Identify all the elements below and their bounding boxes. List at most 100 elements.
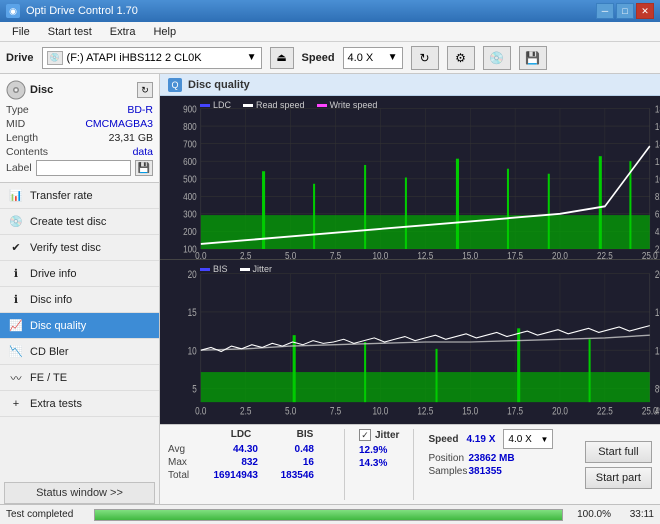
- app-title: Opti Drive Control 1.70: [26, 5, 138, 17]
- sidebar-item-create-test-disc[interactable]: 💿 Create test disc: [0, 209, 159, 235]
- menu-help[interactable]: Help: [145, 24, 184, 40]
- refresh-button[interactable]: ↻: [411, 46, 439, 70]
- drive-select[interactable]: 💿 (F:) ATAPI iHBS112 2 CL0K ▼: [42, 47, 262, 69]
- sidebar-item-fe-te[interactable]: 〰 FE / TE: [0, 365, 159, 391]
- disc-contents-row: Contents data: [6, 146, 153, 158]
- sidebar-item-cd-bler[interactable]: 📉 CD Bler: [0, 339, 159, 365]
- drive-label: Drive: [6, 52, 34, 64]
- ldc-color: [200, 104, 210, 107]
- max-row: Max 832 16: [168, 457, 330, 468]
- svg-text:300: 300: [183, 209, 197, 220]
- avg-label: Avg: [168, 444, 202, 455]
- sidebar-item-disc-info[interactable]: ℹ Disc info: [0, 287, 159, 313]
- eject-button[interactable]: ⏏: [270, 47, 294, 69]
- app-icon: ◉: [6, 4, 20, 18]
- svg-text:15.0: 15.0: [462, 405, 478, 417]
- svg-text:5.0: 5.0: [285, 250, 296, 259]
- svg-text:10: 10: [188, 345, 197, 357]
- speed-select[interactable]: 4.0 X ▼: [343, 47, 403, 69]
- stats-bar: LDC BIS Avg 44.30 0.48 Max 832 16 Total …: [160, 424, 660, 504]
- svg-text:0.0: 0.0: [195, 405, 206, 417]
- svg-text:22.5: 22.5: [597, 250, 613, 259]
- drive-icon: 💿: [47, 51, 63, 65]
- svg-text:20.0: 20.0: [552, 250, 568, 259]
- titlebar-left: ◉ Opti Drive Control 1.70: [6, 4, 138, 18]
- top-chart-svg: 900 800 700 600 500 400 300 200 100 18X …: [160, 96, 660, 259]
- speed-row: Speed 4.19 X 4.0 X ▼: [428, 429, 553, 449]
- jitter-checkbox[interactable]: ✓: [359, 429, 371, 441]
- status-window-button[interactable]: Status window >>: [4, 482, 155, 504]
- legend-write-speed: Write speed: [317, 100, 378, 110]
- sidebar-item-extra-tests[interactable]: + Extra tests: [0, 391, 159, 417]
- disc-button[interactable]: 💿: [483, 46, 511, 70]
- disc-mid-row: MID CMCMAGBA3: [6, 118, 153, 130]
- menubar: File Start test Extra Help: [0, 22, 660, 42]
- minimize-button[interactable]: ─: [596, 3, 614, 19]
- titlebar: ◉ Opti Drive Control 1.70 ─ □ ✕: [0, 0, 660, 22]
- svg-text:16X: 16X: [655, 121, 660, 132]
- svg-text:7.5: 7.5: [330, 250, 341, 259]
- total-bis-val: 183546: [264, 470, 314, 481]
- total-label: Total: [168, 470, 202, 481]
- jitter-legend-color: [240, 268, 250, 271]
- write-speed-color: [317, 104, 327, 107]
- create-test-disc-icon: 💿: [8, 214, 24, 230]
- svg-text:10X: 10X: [655, 174, 660, 185]
- save-button[interactable]: 💾: [519, 46, 547, 70]
- progress-percent: 100.0%: [571, 509, 611, 520]
- svg-text:5: 5: [192, 384, 197, 396]
- chart-top: LDC Read speed Write speed: [160, 96, 660, 260]
- jitter-checkbox-row[interactable]: ✓ Jitter: [359, 429, 399, 441]
- disc-mid-val: CMCMAGBA3: [85, 118, 153, 130]
- svg-text:2.5: 2.5: [240, 250, 251, 259]
- sidebar-item-verify-test-disc[interactable]: ✔ Verify test disc: [0, 235, 159, 261]
- svg-text:200: 200: [183, 226, 197, 237]
- position-label: Position: [428, 453, 462, 464]
- svg-text:400: 400: [183, 191, 197, 202]
- start-full-button[interactable]: Start full: [585, 441, 652, 463]
- svg-text:17.5: 17.5: [507, 250, 523, 259]
- disc-length-label: Length: [6, 132, 38, 144]
- disc-type-label: Type: [6, 104, 29, 116]
- sidebar-item-drive-info[interactable]: ℹ Drive info: [0, 261, 159, 287]
- stats-speed-col: Speed 4.19 X 4.0 X ▼ Position 23862 MB S…: [428, 429, 553, 500]
- menu-file[interactable]: File: [4, 24, 38, 40]
- position-val: 23862 MB: [468, 453, 514, 464]
- divider-1: [344, 429, 345, 500]
- settings-button[interactable]: ⚙: [447, 46, 475, 70]
- start-part-button[interactable]: Start part: [585, 467, 652, 489]
- disc-info-icon: ℹ: [8, 292, 24, 308]
- menu-start-test[interactable]: Start test: [40, 24, 100, 40]
- svg-text:6X: 6X: [655, 209, 660, 220]
- content-area: Q Disc quality LDC Read speed: [160, 74, 660, 504]
- menu-extra[interactable]: Extra: [102, 24, 144, 40]
- stats-jitter-col: ✓ Jitter 12.9% 14.3%: [359, 429, 399, 500]
- disc-label-input[interactable]: [36, 160, 131, 176]
- bis-header: BIS: [280, 429, 330, 440]
- svg-text:500: 500: [183, 174, 197, 185]
- svg-text:12X: 12X: [655, 156, 660, 167]
- total-row: Total 16914943 183546: [168, 470, 330, 481]
- speed-dropdown-chevron: ▼: [540, 435, 548, 444]
- close-button[interactable]: ✕: [636, 3, 654, 19]
- svg-text:14X: 14X: [655, 139, 660, 150]
- disc-refresh-button[interactable]: ↻: [137, 82, 153, 98]
- titlebar-controls[interactable]: ─ □ ✕: [596, 3, 654, 19]
- maximize-button[interactable]: □: [616, 3, 634, 19]
- start-buttons: Start full Start part: [585, 429, 652, 500]
- sidebar-item-transfer-rate[interactable]: 📊 Transfer rate: [0, 183, 159, 209]
- disc-label-save-button[interactable]: 💾: [135, 160, 153, 176]
- ldc-header: LDC: [216, 429, 266, 440]
- svg-text:12%: 12%: [655, 345, 660, 357]
- disc-length-val: 23,31 GB: [109, 132, 153, 144]
- sidebar-item-disc-quality[interactable]: 📈 Disc quality: [0, 313, 159, 339]
- chart-bottom: BIS Jitter: [160, 260, 660, 424]
- svg-text:2.5: 2.5: [240, 405, 251, 417]
- speed-dropdown[interactable]: 4.0 X ▼: [503, 429, 553, 449]
- speed-label: Speed: [302, 52, 335, 64]
- max-ldc-val: 832: [208, 457, 258, 468]
- sidebar: Disc ↻ Type BD-R MID CMCMAGBA3 Length 23…: [0, 74, 160, 504]
- disc-label-row: Label 💾: [6, 160, 153, 176]
- fe-te-icon: 〰: [8, 370, 24, 386]
- drive-name: (F:) ATAPI iHBS112 2 CL0K: [67, 52, 202, 64]
